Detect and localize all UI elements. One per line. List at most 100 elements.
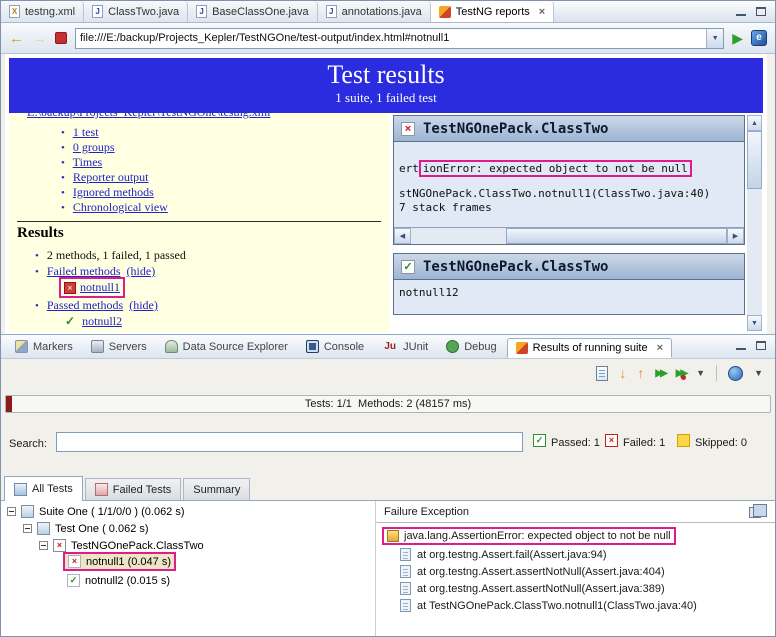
hide-link[interactable]: (hide) bbox=[129, 298, 158, 312]
stack-filter-icon[interactable] bbox=[749, 504, 767, 518]
stack-line[interactable]: at org.testng.Assert.fail(Assert.java:94… bbox=[400, 546, 607, 563]
passed-method-link[interactable]: notnull2 bbox=[82, 314, 122, 328]
external-browser-icon[interactable] bbox=[751, 30, 767, 46]
divider bbox=[17, 221, 381, 222]
stack-line[interactable]: at org.testng.Assert.assertNotNull(Asser… bbox=[400, 563, 665, 580]
tab-results-of-running-suite[interactable]: Results of running suite bbox=[506, 337, 673, 358]
tree-row-failed-method[interactable]: notnull1 (0.047 s) bbox=[63, 552, 176, 571]
browser-toolbar bbox=[1, 23, 775, 54]
bullet-icon bbox=[61, 127, 65, 139]
view-menu-icon[interactable] bbox=[754, 368, 763, 378]
minimize-icon[interactable] bbox=[735, 6, 747, 17]
next-failure-icon[interactable] bbox=[619, 366, 626, 380]
nav-link-reporter-output[interactable]: Reporter output bbox=[73, 170, 149, 184]
url-dropdown-icon[interactable] bbox=[706, 28, 724, 48]
tree-label: Suite One ( 1/1/0/0 ) (0.062 s) bbox=[39, 505, 185, 518]
scroll-up-icon[interactable] bbox=[747, 115, 762, 131]
failed-method-link[interactable]: notnull1 bbox=[80, 280, 120, 295]
close-view-icon[interactable] bbox=[657, 342, 663, 354]
open-report-icon[interactable] bbox=[596, 365, 609, 381]
forward-button[interactable] bbox=[32, 31, 47, 46]
scroll-thumb[interactable] bbox=[505, 228, 727, 244]
tree-row-suite[interactable]: Suite One ( 1/1/0/0 ) (0.062 s) bbox=[7, 503, 185, 520]
stack-frame-icon bbox=[400, 548, 411, 561]
close-tab-icon[interactable] bbox=[539, 6, 545, 18]
tab-markers[interactable]: Markers bbox=[7, 337, 81, 356]
failed-class-header: TestNGOnePack.ClassTwo bbox=[394, 116, 744, 142]
tab-console[interactable]: Console bbox=[298, 337, 372, 356]
annotation-highlight: ionError: expected object to not be null bbox=[418, 160, 692, 177]
failed-icon bbox=[401, 121, 415, 136]
editor-window-buttons bbox=[735, 6, 767, 17]
divider bbox=[376, 522, 775, 523]
failed-method-icon bbox=[68, 555, 81, 568]
stack-frame-icon bbox=[400, 599, 411, 612]
stack-line[interactable]: at TestNGOnePack.ClassTwo.notnull1(Class… bbox=[400, 597, 697, 614]
tab-annotations-java[interactable]: annotations.java bbox=[317, 1, 431, 22]
exception-line[interactable]: java.lang.AssertionError: expected objec… bbox=[382, 526, 676, 545]
bullet-icon bbox=[35, 300, 39, 312]
nav-link-groups[interactable]: 0 groups bbox=[73, 140, 115, 154]
maximize-icon[interactable] bbox=[755, 6, 767, 17]
previous-failure-icon[interactable] bbox=[637, 366, 644, 380]
failed-methods-link[interactable]: Failed methods bbox=[47, 264, 121, 278]
browser-globe-icon[interactable] bbox=[728, 365, 744, 381]
tab-testng-reports[interactable]: TestNG reports bbox=[430, 1, 555, 22]
rerun-failed-tests-icon[interactable] bbox=[676, 368, 687, 380]
tab-summary[interactable]: Summary bbox=[183, 478, 251, 500]
tree-row-test[interactable]: Test One ( 0.062 s) bbox=[23, 520, 149, 537]
scroll-track[interactable] bbox=[411, 228, 727, 244]
passed-class-title: TestNGOnePack.ClassTwo bbox=[423, 258, 609, 275]
clipped-suite-link[interactable]: E:\backup\Projects_Kepler\TestNGOne\test… bbox=[27, 113, 383, 120]
scroll-left-icon[interactable] bbox=[394, 228, 411, 244]
tab-debug[interactable]: Debug bbox=[438, 337, 504, 356]
scroll-right-icon[interactable] bbox=[727, 228, 744, 244]
methods-summary: 2 methods, 1 failed, 1 passed bbox=[46, 248, 186, 262]
stack-line[interactable]: at org.testng.Assert.assertNotNull(Asser… bbox=[400, 580, 665, 597]
horizontal-scrollbar[interactable] bbox=[394, 227, 744, 244]
maximize-icon[interactable] bbox=[755, 340, 767, 351]
collapse-icon[interactable] bbox=[39, 541, 48, 550]
tree-row-passed-method[interactable]: notnull2 (0.015 s) bbox=[67, 572, 170, 589]
tab-all-tests[interactable]: All Tests bbox=[4, 476, 83, 501]
failure-exception-header: Failure Exception bbox=[384, 506, 469, 518]
passed-methods-link[interactable]: Passed methods bbox=[47, 298, 123, 312]
scroll-thumb[interactable] bbox=[747, 131, 762, 189]
hide-link[interactable]: (hide) bbox=[127, 264, 156, 278]
testng-reports-icon bbox=[438, 5, 451, 18]
collapse-icon[interactable] bbox=[7, 507, 16, 516]
stack-frame-icon bbox=[400, 582, 411, 595]
rerun-tests-icon[interactable] bbox=[655, 368, 664, 379]
minimize-icon[interactable] bbox=[735, 340, 747, 351]
back-button[interactable] bbox=[9, 31, 24, 46]
tab-junit[interactable]: JUnit bbox=[374, 337, 436, 356]
tab-servers[interactable]: Servers bbox=[83, 337, 155, 356]
url-input[interactable] bbox=[76, 32, 707, 44]
nav-link-ignored-methods[interactable]: Ignored methods bbox=[73, 185, 154, 199]
tab-classtwo-java[interactable]: ClassTwo.java bbox=[84, 1, 189, 22]
vertical-scrollbar[interactable] bbox=[747, 115, 762, 331]
passed-class-body: notnull12 bbox=[399, 286, 459, 299]
stack-text: at org.testng.Assert.fail(Assert.java:94… bbox=[417, 548, 607, 561]
failed-status-icon bbox=[605, 434, 618, 447]
stop-button[interactable] bbox=[55, 32, 67, 44]
nav-link-chronological-view[interactable]: Chronological view bbox=[73, 200, 168, 214]
search-input[interactable] bbox=[56, 432, 523, 452]
collapse-icon[interactable] bbox=[23, 524, 32, 533]
scroll-down-icon[interactable] bbox=[747, 315, 762, 331]
tab-data-source-explorer[interactable]: Data Source Explorer bbox=[157, 337, 296, 356]
go-button[interactable] bbox=[732, 31, 743, 45]
skipped-status-icon bbox=[677, 434, 690, 447]
scroll-track[interactable] bbox=[747, 131, 762, 315]
tab-baseclassone-java[interactable]: BaseClassOne.java bbox=[188, 1, 318, 22]
rerun-dropdown-icon[interactable] bbox=[696, 368, 705, 378]
exception-prefix: ert bbox=[399, 162, 419, 175]
bullet-icon bbox=[61, 142, 65, 154]
suite-icon bbox=[21, 505, 34, 518]
nav-link-times[interactable]: Times bbox=[73, 155, 103, 169]
stack-frames-line[interactable]: 7 stack frames bbox=[399, 201, 739, 214]
tab-testng-xml[interactable]: testng.xml bbox=[1, 1, 85, 22]
test-progress-bar: Tests: 1/1 Methods: 2 (48157 ms) bbox=[5, 395, 771, 413]
tab-failed-tests[interactable]: Failed Tests bbox=[84, 478, 182, 500]
nav-link-tests[interactable]: 1 test bbox=[73, 125, 99, 139]
